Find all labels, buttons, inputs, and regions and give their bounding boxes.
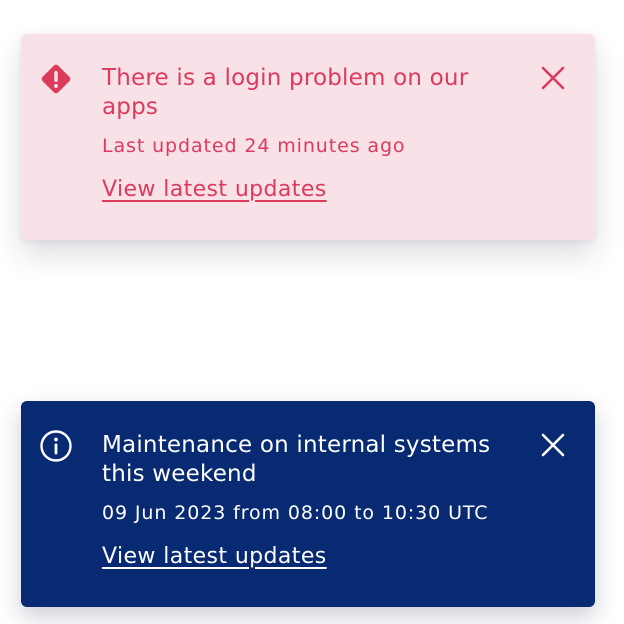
alert-banner: There is a login problem on our apps Las… [21,34,595,240]
alert-close-button[interactable] [537,62,569,94]
info-banner-title: Maintenance on internal systems this wee… [102,432,491,487]
alert-view-updates-link[interactable]: View latest updates [102,176,327,204]
info-close-button[interactable] [537,429,569,461]
info-view-updates-link[interactable]: View latest updates [102,543,327,571]
info-banner: Maintenance on internal systems this wee… [21,401,595,607]
close-icon [541,66,565,90]
info-circle-icon [39,429,73,463]
alert-banner-updated-text: Last updated 24 minutes ago [102,135,406,157]
close-icon [541,433,565,457]
page: There is a login problem on our apps Las… [0,0,624,624]
warning-diamond-icon [39,62,73,96]
alert-banner-title: There is a login problem on our apps [102,65,469,120]
info-banner-schedule-text: 09 Jun 2023 from 08:00 to 10:30 UTC [102,502,489,524]
